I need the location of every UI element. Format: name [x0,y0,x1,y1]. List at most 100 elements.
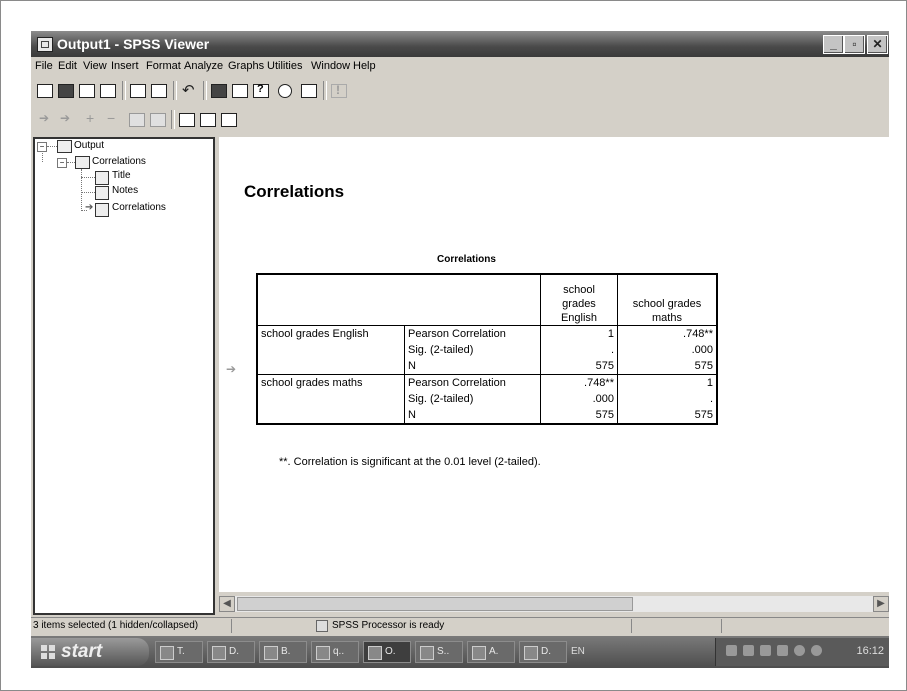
value-cell: .748** [683,328,713,340]
outline-item-output[interactable]: Output [74,140,104,151]
taskbar-item[interactable]: q.. [311,641,359,663]
scroll-left-button[interactable]: ◀ [219,596,235,612]
tray-icon[interactable] [743,645,754,656]
row-group-label: school grades English [257,325,405,342]
taskbar-item[interactable]: D. [207,641,255,663]
save-button[interactable] [56,81,76,100]
taskbar-item[interactable]: S.. [415,641,463,663]
demote-button[interactable] [56,110,76,129]
toolbar-separator [171,110,175,129]
menu-format[interactable]: Format [146,60,181,72]
outline-item-title[interactable]: Title [112,170,131,181]
undo-button[interactable] [179,81,199,100]
minimize-button[interactable]: _ [823,35,844,54]
tray-icon[interactable] [726,645,737,656]
tree-line [67,162,75,163]
task-label: T. [177,646,185,657]
title-page-icon [95,171,109,185]
designate-window-icon [301,83,317,98]
menu-view[interactable]: View [83,60,107,72]
insert-heading-button[interactable] [177,110,197,129]
insert-title-button[interactable] [198,110,218,129]
value-cell: .000 [540,391,618,407]
collapse-correlations-toggle[interactable]: − [57,158,67,168]
output-heading[interactable]: Correlations [244,182,344,202]
toolbar-separator [122,81,126,100]
promote-icon [38,111,52,126]
contents-pane[interactable]: Correlations Correlations ➔ school grade… [219,137,889,592]
run-button[interactable] [329,81,349,100]
taskbar-item[interactable]: B. [259,641,307,663]
expand-button[interactable] [81,110,101,129]
menu-help[interactable]: Help [353,60,376,72]
task-label: D. [541,646,551,657]
outline-pane[interactable]: − Output − Correlations Title Notes ➔ Co… [33,137,215,615]
use-sets-button[interactable] [275,81,295,100]
menu-file[interactable]: File [35,60,53,72]
correlations-table[interactable]: school grades English school grades math… [256,273,718,425]
processor-icon [316,620,328,632]
close-button[interactable]: ✕ [867,35,888,54]
taskbar-item-active[interactable]: O. [363,641,411,663]
column-header-line: grades [562,298,596,310]
table-row: school grades maths Pearson Correlation … [257,374,717,391]
variables-button[interactable] [251,81,271,100]
goto-data-button[interactable] [209,81,229,100]
tray-icon[interactable] [760,645,771,656]
insert-text-button[interactable] [219,110,239,129]
row-group-label [257,358,405,375]
selected-table-arrow-icon: ➔ [226,362,237,376]
window-title: Output1 - SPSS Viewer [57,36,210,52]
print-icon [79,83,95,98]
export-button[interactable] [128,81,148,100]
taskbar-item[interactable]: D. [519,641,567,663]
menu-window[interactable]: Window [311,60,350,72]
taskbar-item[interactable]: A. [467,641,515,663]
promote-button[interactable] [35,110,55,129]
outline-item-notes[interactable]: Notes [112,185,138,196]
print-preview-button[interactable] [98,81,118,100]
selected-item-arrow-icon: ➔ [85,202,94,213]
language-indicator[interactable]: EN [571,646,585,657]
start-label: start [61,641,103,662]
statistic-label: Sig. (2-tailed) [404,391,541,407]
recall-dialog-button[interactable] [149,81,169,100]
tray-icon[interactable] [811,645,822,656]
tray-icon[interactable] [794,645,805,656]
outline-item-correlations[interactable]: Correlations [92,156,146,167]
horizontal-scrollbar[interactable]: ◀ ▶ [219,596,889,612]
column-header-line: maths [652,312,682,324]
value-cell: 575 [694,409,713,421]
menu-graphs[interactable]: Graphs [228,60,264,72]
menu-insert[interactable]: Insert [111,60,139,72]
task-label: q.. [333,646,345,657]
designate-window-button[interactable] [299,81,319,100]
tray-icon[interactable] [777,645,788,656]
tree-line [81,192,95,193]
collapse-button[interactable] [102,110,122,129]
statistic-label: N [404,407,541,424]
menu-analyze[interactable]: Analyze [184,60,223,72]
maximize-button[interactable]: ▫ [844,35,865,54]
column-header-line: school grades [632,298,702,310]
collapse-output-toggle[interactable]: − [37,142,47,152]
scroll-right-button[interactable]: ▶ [873,596,889,612]
open-button[interactable] [35,81,55,100]
goto-case-button[interactable] [230,81,250,100]
screenshot-frame: Output1 - SPSS Viewer _ ▫ ✕ File Edit Vi… [0,0,907,691]
start-button[interactable]: start [31,638,149,666]
selection-status: 3 items selected (1 hidden/collapsed) [33,620,199,631]
scrollbar-thumb[interactable] [237,597,633,611]
taskbar-item[interactable]: T. [155,641,203,663]
menu-utilities[interactable]: Utilities [267,60,302,72]
outline-item-correlations-table[interactable]: Correlations [112,202,166,213]
show-button[interactable] [127,110,147,129]
hide-button[interactable] [148,110,168,129]
tree-line [81,169,82,211]
title-bar[interactable]: Output1 - SPSS Viewer _ ▫ ✕ [31,31,889,57]
print-button[interactable] [77,81,97,100]
row-group-label [257,407,405,424]
table-caption: Correlations [437,254,496,265]
menu-edit[interactable]: Edit [58,60,77,72]
value-cell: 575 [540,407,618,424]
